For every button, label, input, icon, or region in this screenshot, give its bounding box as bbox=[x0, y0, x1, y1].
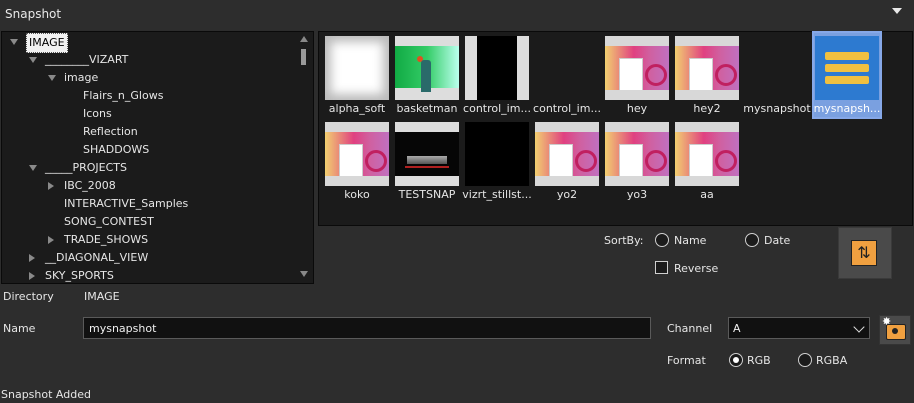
name-label: Name bbox=[3, 322, 36, 335]
reverse-checkbox[interactable] bbox=[655, 261, 668, 274]
thumbnail-label: yo2 bbox=[556, 188, 578, 201]
tree-item-label: Icons bbox=[83, 107, 112, 120]
scroll-up-icon[interactable] bbox=[300, 36, 308, 42]
panel-title: Snapshot bbox=[5, 7, 62, 21]
thumbnail-image bbox=[395, 36, 459, 100]
expand-arrow-icon[interactable] bbox=[29, 57, 37, 63]
thumbnail-image bbox=[465, 36, 529, 100]
thumbnail-label: mysnapsh... bbox=[813, 102, 881, 115]
camera-lens bbox=[892, 328, 898, 334]
snapshot-thumbnail[interactable]: TESTSNAP bbox=[394, 119, 460, 203]
tree-item-label: TRADE_SHOWS bbox=[64, 233, 149, 246]
thumbnail-label: control_im... bbox=[533, 102, 601, 115]
snapshot-thumbnail[interactable]: mysnapsh... bbox=[812, 31, 882, 119]
refresh-icon: ⇅ bbox=[851, 240, 877, 266]
snapshot-gallery: alpha_soft basketman control_im... control_… bbox=[318, 31, 913, 226]
snapshot-thumbnail[interactable]: vizrt_stillst... bbox=[462, 119, 532, 203]
expand-arrow-icon[interactable] bbox=[10, 39, 18, 45]
format-rgb-radio[interactable] bbox=[729, 353, 743, 367]
reverse-label[interactable]: Reverse bbox=[674, 262, 718, 275]
thumbnail-image bbox=[745, 36, 809, 100]
tree-item-label: Flairs_n_Glows bbox=[83, 89, 164, 102]
thumbnail-image bbox=[535, 36, 599, 100]
thumbnail-image bbox=[605, 122, 669, 186]
collapse-arrow-icon[interactable] bbox=[29, 272, 35, 280]
collapse-arrow-icon[interactable] bbox=[29, 254, 35, 262]
tree-item-label: SONG_CONTEST bbox=[64, 215, 154, 228]
thumbnail-image bbox=[395, 122, 459, 186]
thumbnail-label: hey2 bbox=[693, 102, 721, 115]
thumbnail-label: basketman bbox=[396, 102, 458, 115]
status-message: Snapshot Added bbox=[1, 388, 91, 401]
snapshot-thumbnail[interactable]: basketman bbox=[394, 33, 460, 117]
thumbnail-image bbox=[325, 122, 389, 186]
directory-tree[interactable]: IMAGE ________VIZARTimage Flairs_n_Glows Ic… bbox=[1, 31, 314, 284]
channel-select[interactable]: A bbox=[728, 317, 870, 339]
thumbnail-image bbox=[675, 36, 739, 100]
thumbnail-image bbox=[325, 36, 389, 100]
thumbnail-label: alpha_soft bbox=[328, 102, 386, 115]
format-rgb-label[interactable]: RGB bbox=[747, 354, 771, 367]
snapshot-thumbnail[interactable]: hey2 bbox=[674, 33, 740, 117]
expand-arrow-icon[interactable] bbox=[29, 165, 37, 171]
tree-item-label: IMAGE bbox=[26, 33, 68, 53]
thumbnail-image bbox=[535, 122, 599, 186]
thumbnail-label: mysnapshot bbox=[743, 102, 811, 115]
sort-name-radio[interactable] bbox=[655, 233, 669, 247]
expand-arrow-icon[interactable] bbox=[48, 75, 56, 81]
sortby-label: SortBy: bbox=[604, 234, 644, 247]
chevron-down-icon bbox=[853, 321, 865, 333]
take-snapshot-button[interactable]: ✸ bbox=[879, 315, 911, 345]
thumbnail-label: vizrt_stillst... bbox=[462, 188, 532, 201]
tree-item-label: ________VIZART bbox=[45, 53, 129, 66]
thumbnail-label: hey bbox=[626, 102, 648, 115]
panel-menu-icon[interactable] bbox=[892, 8, 902, 14]
thumbnail-label: control_im... bbox=[463, 102, 531, 115]
thumbnail-image bbox=[815, 36, 879, 100]
name-input[interactable] bbox=[83, 317, 651, 339]
tree-item-label: Reflection bbox=[83, 125, 138, 138]
sort-name-label[interactable]: Name bbox=[674, 234, 706, 247]
sort-date-radio[interactable] bbox=[745, 233, 759, 247]
format-rgba-radio[interactable] bbox=[798, 353, 812, 367]
snapshot-thumbnail[interactable]: aa bbox=[674, 119, 740, 203]
tree-item-label: SHADDOWS bbox=[83, 143, 150, 156]
directory-label: Directory bbox=[3, 290, 54, 303]
thumbnail-image bbox=[605, 36, 669, 100]
thumbnail-label: aa bbox=[700, 188, 714, 201]
panel-header: Snapshot bbox=[0, 0, 914, 30]
sort-date-label[interactable]: Date bbox=[764, 234, 790, 247]
snapshot-thumbnail[interactable]: control_im... bbox=[533, 33, 601, 117]
tree-item-label: __DIAGONAL_VIEW bbox=[45, 251, 149, 264]
snapshot-thumbnail[interactable]: alpha_soft bbox=[324, 33, 390, 117]
channel-value: A bbox=[733, 322, 741, 335]
thumbnail-label: TESTSNAP bbox=[398, 188, 456, 201]
channel-label: Channel bbox=[667, 322, 713, 335]
format-rgba-label[interactable]: RGBA bbox=[816, 354, 847, 367]
snapshot-thumbnail[interactable]: yo2 bbox=[534, 119, 600, 203]
scroll-thumb[interactable] bbox=[301, 49, 306, 65]
snapshot-thumbnail[interactable]: yo3 bbox=[604, 119, 670, 203]
snapshot-thumbnail[interactable]: control_im... bbox=[463, 33, 531, 117]
thumbnail-image bbox=[675, 122, 739, 186]
sparkle-icon: ✸ bbox=[882, 315, 892, 328]
collapse-arrow-icon[interactable] bbox=[48, 236, 54, 244]
thumbnail-label: koko bbox=[344, 188, 370, 201]
tree-item-label: IBC_2008 bbox=[64, 179, 116, 192]
snapshot-thumbnail[interactable]: hey bbox=[604, 33, 670, 117]
scroll-down-icon[interactable] bbox=[300, 271, 308, 277]
tree-scrollbar[interactable] bbox=[298, 33, 310, 281]
collapse-arrow-icon[interactable] bbox=[48, 182, 54, 190]
format-label: Format bbox=[667, 354, 706, 367]
tree-item-label: _____PROJECTS bbox=[45, 161, 128, 174]
thumbnail-image bbox=[465, 122, 529, 186]
thumbnail-label: yo3 bbox=[626, 188, 648, 201]
refresh-button[interactable]: ⇅ bbox=[838, 227, 892, 279]
snapshot-thumbnail[interactable]: koko bbox=[324, 119, 390, 203]
tree-item-label: INTERACTIVE_Samples bbox=[64, 197, 189, 210]
tree-item-label: SKY_SPORTS bbox=[45, 269, 114, 282]
tree-item-label: image bbox=[64, 71, 99, 84]
directory-value: IMAGE bbox=[84, 290, 120, 303]
snapshot-thumbnail[interactable]: mysnapshot bbox=[743, 33, 810, 117]
